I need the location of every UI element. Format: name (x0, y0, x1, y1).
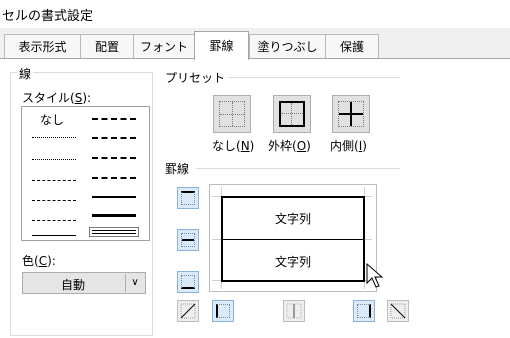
line-style-dash-dot-dot-thin[interactable] (32, 180, 76, 181)
mouse-pointer-icon (366, 263, 384, 288)
preset-inside-icon (338, 101, 364, 127)
line-style-medium[interactable] (92, 196, 136, 198)
line-style-none[interactable]: なし (40, 111, 64, 128)
border-right-icon (357, 304, 371, 318)
border-inside-horizontal-button[interactable] (177, 229, 199, 251)
preview-text-bottom: 文字列 (274, 255, 311, 269)
border-divider (196, 168, 400, 169)
inside-vertical-icon (286, 303, 302, 319)
diagonal-down-icon (390, 303, 406, 319)
tab-alignment[interactable]: 配置 (80, 34, 134, 58)
style-label: スタイル(S): (22, 89, 92, 106)
line-style-dash-dot-thin[interactable] (32, 200, 76, 201)
border-bottom-button[interactable] (177, 271, 199, 293)
preset-outline-label: 外枠(O) (268, 137, 311, 154)
preset-none-label: なし(N) (212, 137, 255, 154)
line-style-medium-dash-dot[interactable] (92, 157, 136, 159)
line-style-dashed-thin[interactable] (32, 220, 76, 221)
color-label: 色(C): (22, 252, 56, 269)
preset-divider (228, 77, 400, 78)
border-group-title: 罫線 (165, 160, 190, 177)
border-diagonal-down-button[interactable] (387, 300, 409, 322)
line-style-thin[interactable] (32, 235, 76, 236)
preview-cell-block: 文字列 文字列 (221, 196, 365, 282)
line-style-double-selected[interactable] (89, 227, 139, 237)
border-inside-horizontal-icon (181, 233, 195, 247)
line-style-medium-dash-dot-dot[interactable] (92, 118, 136, 120)
preset-inside-button[interactable] (332, 95, 370, 133)
line-style-dotted[interactable] (32, 159, 76, 160)
tab-border[interactable]: 罫線 (194, 31, 249, 60)
color-value: 自動 (61, 278, 86, 292)
tab-font[interactable]: フォント (133, 34, 195, 58)
preset-outline-button[interactable] (273, 95, 311, 133)
preview-inner-border (223, 239, 363, 240)
border-diagonal-up-button[interactable] (177, 300, 199, 322)
border-left-button[interactable] (212, 300, 234, 322)
border-bottom-icon (181, 275, 195, 289)
preset-group-title: プリセット (165, 69, 226, 86)
tab-protection[interactable]: 保護 (325, 34, 379, 58)
chevron-down-icon[interactable]: ∨ (125, 274, 144, 292)
window-title: セルの書式設定 (2, 9, 94, 24)
diagonal-up-icon (180, 303, 196, 319)
border-right-button[interactable] (353, 300, 375, 322)
border-left-icon (216, 304, 230, 318)
title-bar: セルの書式設定 (0, 0, 510, 28)
line-style-medium-dashed[interactable] (92, 177, 136, 179)
border-inside-vertical-button[interactable] (283, 300, 305, 322)
line-style-slant-dash-dot[interactable] (92, 137, 136, 139)
line-group-title: 線 (17, 65, 34, 82)
line-style-list[interactable]: なし (21, 106, 150, 241)
preset-none-button[interactable] (213, 95, 251, 133)
line-style-thick[interactable] (92, 214, 136, 217)
tab-number[interactable]: 表示形式 (4, 34, 81, 58)
preset-inside-label: 内側(I) (330, 137, 367, 154)
border-preview[interactable]: 文字列 文字列 (209, 184, 377, 292)
border-top-button[interactable] (177, 187, 199, 209)
preview-text-top: 文字列 (274, 212, 311, 226)
tab-fill[interactable]: 塗りつぶし (249, 34, 326, 58)
preset-none-icon (219, 101, 245, 127)
border-top-icon (181, 191, 195, 205)
color-dropdown[interactable]: 自動 ∨ (22, 272, 146, 294)
line-style-hairline[interactable] (32, 137, 76, 138)
preset-outline-icon (279, 101, 305, 127)
